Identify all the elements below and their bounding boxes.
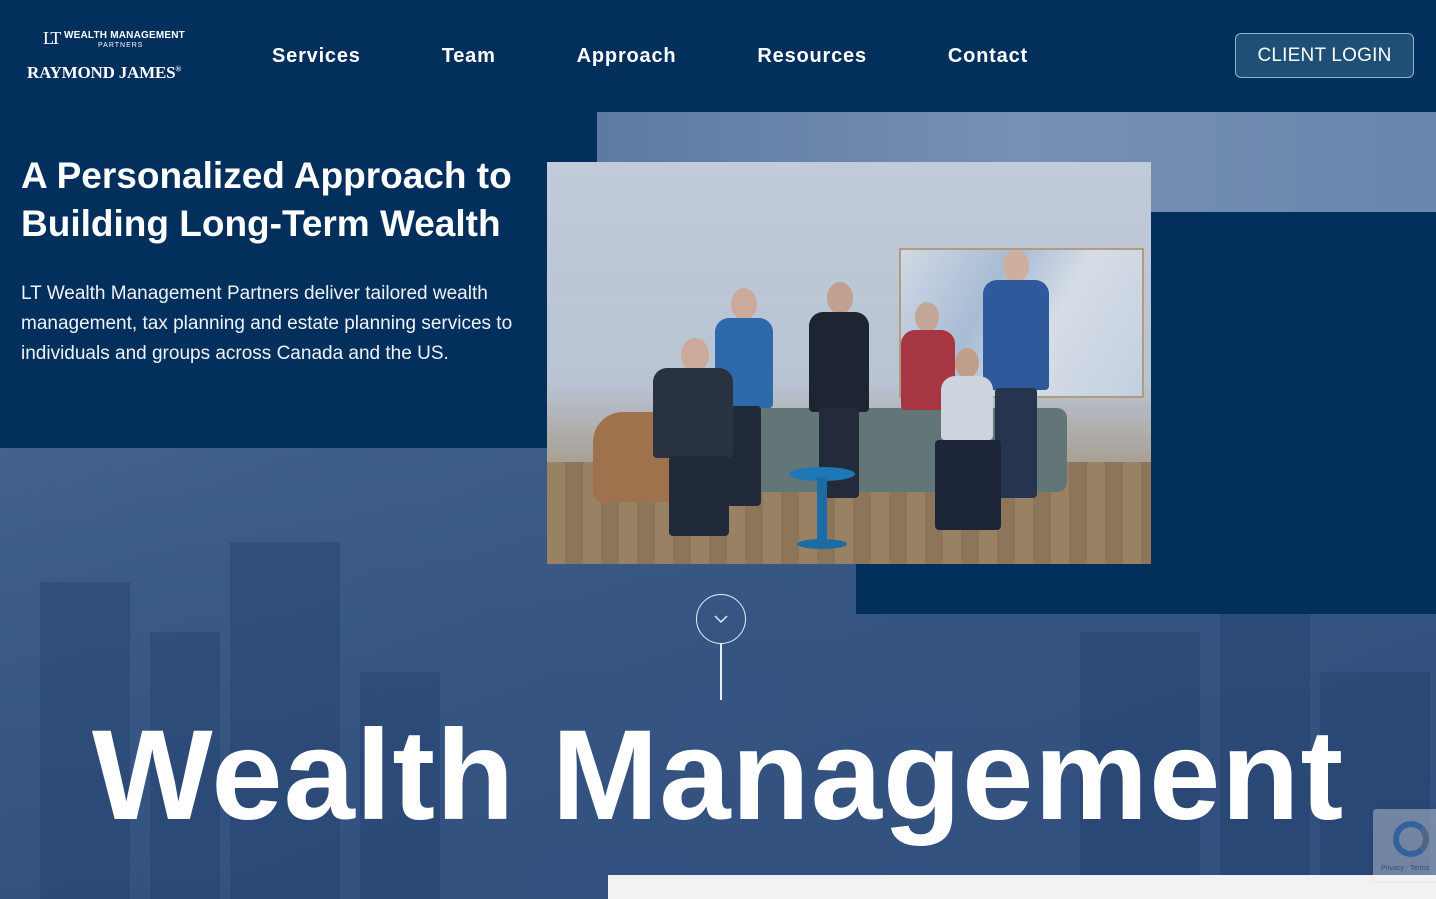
site-logo[interactable]: LT WEALTH MANAGEMENT PARTNERS RAYMOND JA… <box>26 28 206 84</box>
content-card <box>608 875 1436 899</box>
team-photo <box>547 162 1151 564</box>
hero-title: A Personalized Approach to Building Long… <box>21 155 512 244</box>
nav-item-resources[interactable]: Resources <box>757 43 866 69</box>
nav-item-approach[interactable]: Approach <box>577 43 677 69</box>
scroll-down-button[interactable] <box>696 594 746 644</box>
site-header: LT WEALTH MANAGEMENT PARTNERS RAYMOND JA… <box>0 0 1436 112</box>
logo-brand: RAYMOND JAMES® <box>27 63 181 83</box>
section-heading: Wealth Management <box>91 704 1345 847</box>
recaptcha-badge[interactable]: Privacy - Terms <box>1373 809 1436 881</box>
photo-tint <box>547 162 1151 564</box>
client-login-button[interactable]: CLIENT LOGIN <box>1235 33 1414 78</box>
recaptcha-icon <box>1393 821 1429 857</box>
chevron-down-icon <box>714 615 728 624</box>
main-nav: Services Team Approach Resources Contact <box>272 43 1028 69</box>
logo-brand-mark: ® <box>175 64 182 74</box>
logo-brand-name: RAYMOND JAMES <box>27 63 176 82</box>
logo-line1: WEALTH MANAGEMENT <box>64 30 185 41</box>
hero-description: LT Wealth Management Partners deliver ta… <box>21 283 513 364</box>
nav-item-team[interactable]: Team <box>442 43 496 69</box>
logo-line2: PARTNERS <box>98 42 144 49</box>
logo-mark: LT <box>43 28 61 48</box>
scroll-indicator-line <box>720 644 722 700</box>
nav-item-services[interactable]: Services <box>272 43 361 69</box>
recaptcha-links: Privacy - Terms <box>1381 865 1430 872</box>
nav-item-contact[interactable]: Contact <box>948 43 1028 69</box>
